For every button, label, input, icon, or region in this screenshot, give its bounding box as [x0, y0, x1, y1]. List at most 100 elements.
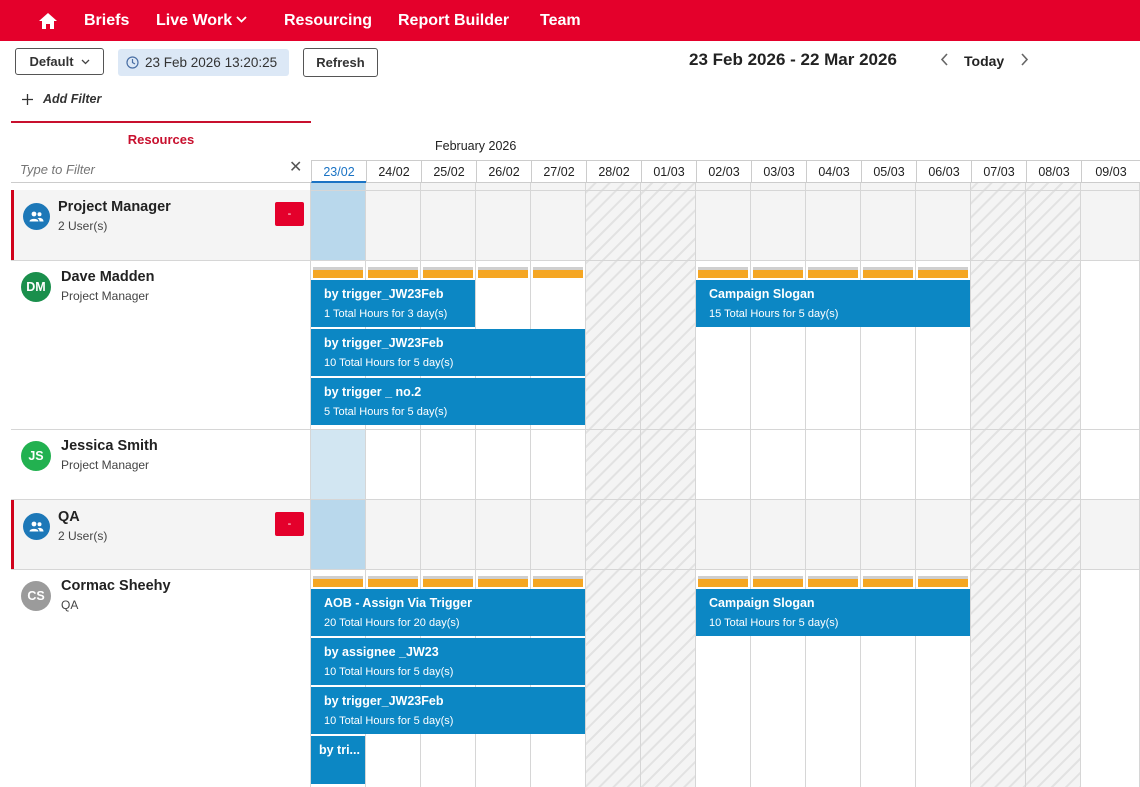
date-range-title: 23 Feb 2026 - 22 Mar 2026	[689, 50, 897, 69]
avatar: CS	[21, 581, 51, 611]
resource-role: QA	[61, 598, 79, 612]
capacity-marker	[533, 576, 583, 587]
nav-briefs[interactable]: Briefs	[84, 12, 129, 30]
booking-title: by trigger_JW23Feb	[324, 694, 444, 708]
nav-resourcing[interactable]: Resourcing	[270, 12, 386, 45]
collapse-group-button[interactable]: -	[275, 202, 304, 226]
nav-team[interactable]: Team	[540, 12, 581, 30]
resource-row-dave-madden[interactable]: DM Dave Madden Project Manager	[11, 261, 310, 429]
capacity-marker	[313, 267, 363, 278]
capacity-marker	[368, 267, 418, 278]
booking-title: by trigger_JW23Feb	[324, 336, 444, 350]
resource-row-cormac-sheehy[interactable]: CS Cormac Sheehy QA	[11, 570, 310, 787]
booking-title: by trigger_JW23Feb	[324, 287, 444, 301]
group-row-project-manager[interactable]: Project Manager 2 User(s) -	[11, 190, 310, 260]
add-filter-button[interactable]: Add Filter	[22, 92, 101, 106]
day-header: 09/03	[1081, 160, 1140, 183]
nav-live-work[interactable]: Live Work	[156, 12, 247, 30]
booking-hours: 20 Total Hours for 20 day(s)	[324, 617, 460, 629]
avatar: DM	[21, 272, 51, 302]
booking-bar[interactable]: Campaign Slogan 15 Total Hours for 5 day…	[696, 280, 970, 327]
day-header: 02/03	[696, 160, 751, 183]
day-header: 07/03	[971, 160, 1026, 183]
nav-report-builder[interactable]: Report Builder	[398, 12, 509, 30]
capacity-marker	[698, 576, 748, 587]
booking-bar[interactable]: by trigger_JW23Feb 10 Total Hours for 5 …	[311, 687, 585, 734]
day-header: 04/03	[806, 160, 861, 183]
booking-bar[interactable]: by tri...	[311, 736, 365, 784]
view-select-label: Default	[29, 54, 74, 69]
booking-bar[interactable]: by trigger_JW23Feb 1 Total Hours for 3 d…	[311, 280, 475, 327]
last-updated-timestamp: 23 Feb 2026 13:20:25	[118, 49, 289, 76]
clock-icon	[126, 56, 139, 69]
resource-name: Dave Madden	[61, 269, 155, 285]
capacity-marker	[313, 576, 363, 587]
resource-role: Project Manager	[61, 458, 150, 472]
users-group-icon	[23, 203, 50, 230]
booking-hours: 1 Total Hours for 3 day(s)	[324, 308, 448, 320]
resource-row-jessica-smith[interactable]: JS Jessica Smith Project Manager	[11, 430, 310, 499]
booking-bar[interactable]: Campaign Slogan 10 Total Hours for 5 day…	[696, 589, 970, 636]
day-header: 23/02	[311, 160, 366, 183]
day-header: 05/03	[861, 160, 916, 183]
capacity-marker	[478, 267, 528, 278]
booking-hours: 15 Total Hours for 5 day(s)	[709, 308, 839, 320]
capacity-marker	[753, 267, 803, 278]
booking-title: by trigger _ no.2	[324, 385, 422, 399]
group-title: Project Manager	[58, 199, 171, 215]
capacity-marker	[423, 576, 473, 587]
booking-hours: 10 Total Hours for 5 day(s)	[324, 715, 454, 727]
capacity-marker	[753, 576, 803, 587]
day-header: 03/03	[751, 160, 806, 183]
plus-icon	[22, 93, 33, 105]
resources-header: Resources	[11, 121, 311, 153]
today-button[interactable]: Today	[964, 53, 1004, 69]
booking-title: Campaign Slogan	[709, 596, 815, 610]
resource-name: Cormac Sheehy	[61, 578, 171, 594]
booking-hours: 5 Total Hours for 5 day(s)	[324, 406, 448, 418]
chevron-down-icon	[236, 16, 247, 23]
month-label: February 2026	[435, 139, 517, 153]
chevron-left-icon[interactable]	[940, 53, 949, 66]
booking-hours: 10 Total Hours for 5 day(s)	[324, 666, 454, 678]
top-nav: Briefs Live Work Resourcing Report Build…	[0, 0, 1140, 45]
booking-bar[interactable]: by trigger_JW23Feb 10 Total Hours for 5 …	[311, 329, 585, 376]
capacity-marker	[698, 267, 748, 278]
capacity-marker	[423, 267, 473, 278]
resource-filter-input[interactable]	[11, 156, 311, 183]
day-header: 25/02	[421, 160, 476, 183]
capacity-marker	[478, 576, 528, 587]
capacity-marker	[808, 267, 858, 278]
booking-bar[interactable]: AOB - Assign Via Trigger 20 Total Hours …	[311, 589, 585, 636]
group-user-count: 2 User(s)	[58, 529, 108, 543]
booking-bar[interactable]: by trigger _ no.2 5 Total Hours for 5 da…	[311, 378, 585, 425]
chevron-down-icon	[81, 59, 89, 64]
close-icon[interactable]: ✕	[289, 157, 302, 177]
capacity-marker	[863, 267, 913, 278]
add-filter-label: Add Filter	[43, 92, 102, 106]
day-header: 28/02	[586, 160, 641, 183]
timestamp-text: 23 Feb 2026 13:20:25	[145, 55, 278, 70]
booking-title: by assignee _JW23	[324, 645, 439, 659]
day-header: 08/03	[1026, 160, 1081, 183]
resource-role: Project Manager	[61, 289, 150, 303]
group-title: QA	[58, 509, 80, 525]
capacity-marker	[533, 267, 583, 278]
capacity-marker	[918, 267, 968, 278]
collapse-group-button[interactable]: -	[275, 512, 304, 536]
refresh-button[interactable]: Refresh	[303, 48, 378, 77]
day-header: 24/02	[366, 160, 421, 183]
group-row-qa[interactable]: QA 2 User(s) -	[11, 500, 310, 569]
booking-title: AOB - Assign Via Trigger	[324, 596, 472, 610]
chevron-right-icon[interactable]	[1020, 53, 1029, 66]
booking-bar[interactable]: by assignee _JW23 10 Total Hours for 5 d…	[311, 638, 585, 685]
capacity-marker	[863, 576, 913, 587]
day-header: 26/02	[476, 160, 531, 183]
avatar: JS	[21, 441, 51, 471]
group-user-count: 2 User(s)	[58, 219, 108, 233]
home-icon[interactable]	[38, 12, 58, 30]
day-header: 27/02	[531, 160, 586, 183]
booking-title: by tri...	[319, 743, 360, 757]
booking-hours: 10 Total Hours for 5 day(s)	[324, 357, 454, 369]
view-select[interactable]: Default	[15, 48, 104, 75]
